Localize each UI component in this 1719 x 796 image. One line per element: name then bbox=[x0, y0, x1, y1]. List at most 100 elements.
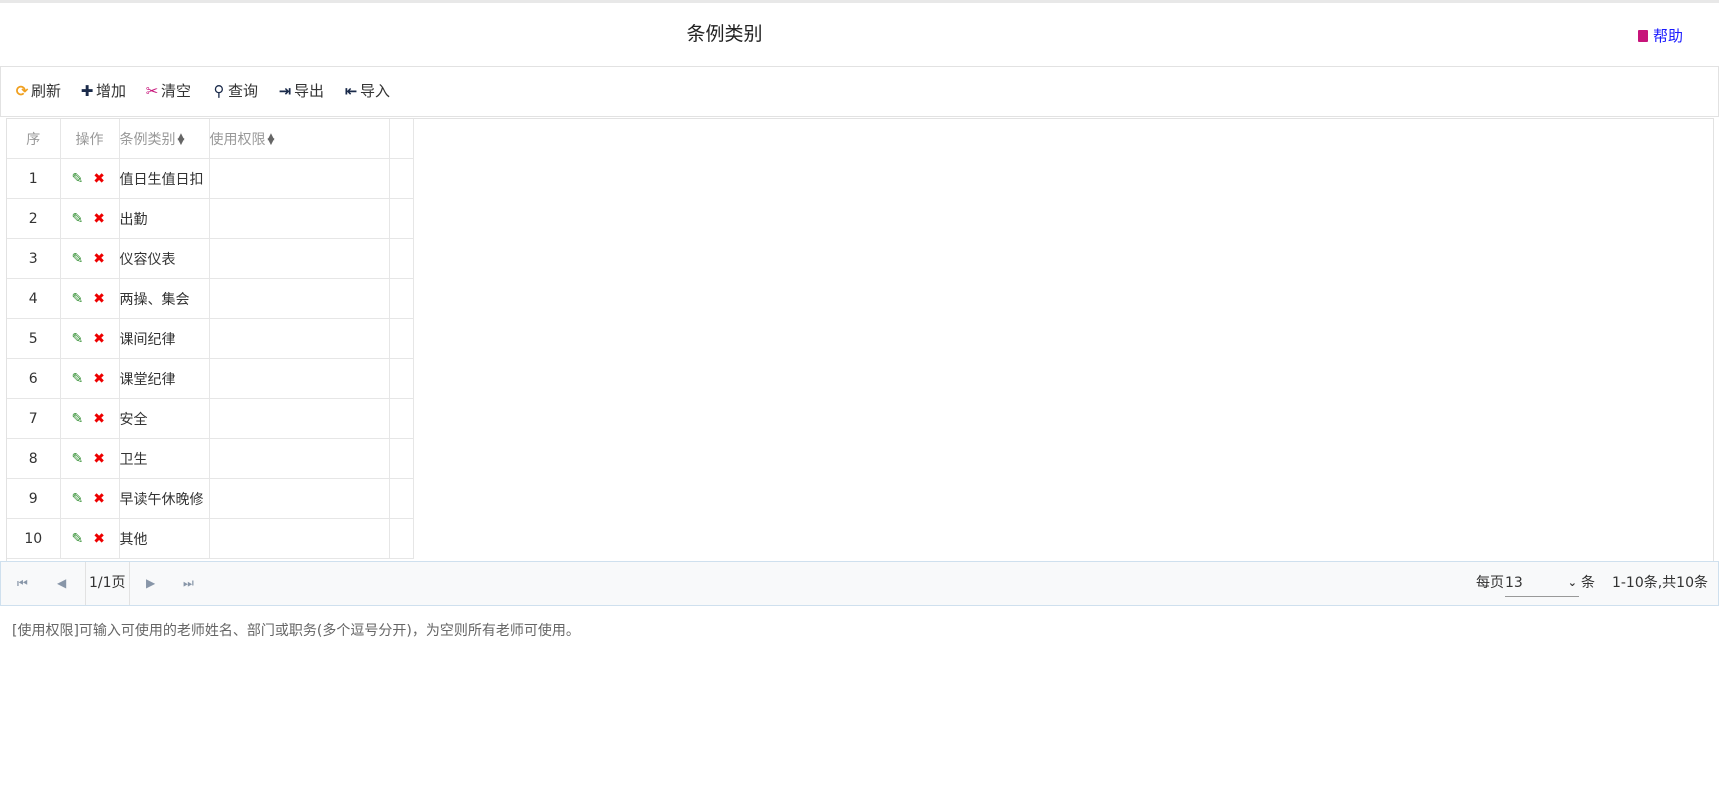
row-spacer bbox=[389, 238, 414, 279]
help-link[interactable]: 帮助 bbox=[1637, 3, 1683, 66]
search-icon: ⚲ bbox=[213, 82, 225, 100]
row-category[interactable]: 出勤 bbox=[119, 198, 210, 239]
export-label: 导出 bbox=[294, 82, 325, 100]
delete-icon[interactable]: ✖ bbox=[93, 171, 105, 187]
header-permission-label: 使用权限 bbox=[209, 131, 266, 148]
delete-icon[interactable]: ✖ bbox=[93, 371, 105, 387]
row-ops: ✎ ✖ bbox=[60, 198, 120, 239]
table-row: 6 ✎ ✖ 课堂纪律 bbox=[7, 358, 414, 399]
row-category[interactable]: 值日生值日扣 bbox=[119, 158, 210, 199]
row-category[interactable]: 安全 bbox=[119, 398, 210, 439]
row-permission[interactable] bbox=[209, 438, 390, 479]
first-page-icon[interactable]: ⏮ bbox=[17, 562, 28, 605]
row-seq: 4 bbox=[7, 278, 61, 319]
add-button[interactable]: ✚ 增加 bbox=[79, 67, 126, 116]
row-permission[interactable] bbox=[209, 398, 390, 439]
sort-icon: ▲ ▼ bbox=[177, 131, 185, 147]
row-category[interactable]: 仪容仪表 bbox=[119, 238, 210, 279]
row-permission[interactable] bbox=[209, 278, 390, 319]
row-seq: 7 bbox=[7, 398, 61, 439]
refresh-button[interactable]: ⟳ 刷新 bbox=[14, 67, 61, 116]
row-seq: 10 bbox=[7, 518, 61, 559]
import-label: 导入 bbox=[360, 82, 391, 100]
pencil-icon[interactable]: ✎ bbox=[72, 331, 84, 347]
page-header: 条例类别 帮助 bbox=[0, 3, 1719, 67]
row-permission[interactable] bbox=[209, 478, 390, 519]
pencil-icon[interactable]: ✎ bbox=[72, 291, 84, 307]
row-permission[interactable] bbox=[209, 198, 390, 239]
row-category[interactable]: 卫生 bbox=[119, 438, 210, 479]
delete-icon[interactable]: ✖ bbox=[93, 451, 105, 467]
plus-icon: ✚ bbox=[80, 82, 94, 100]
pencil-icon[interactable]: ✎ bbox=[72, 491, 84, 507]
row-permission[interactable] bbox=[209, 238, 390, 279]
row-spacer bbox=[389, 398, 414, 439]
header-category[interactable]: 条例类别 ▲ ▼ bbox=[119, 119, 210, 159]
table-row: 8 ✎ ✖ 卫生 bbox=[7, 438, 414, 479]
query-button[interactable]: ⚲ 查询 bbox=[211, 67, 259, 116]
row-permission[interactable] bbox=[209, 518, 390, 559]
table-row: 7 ✎ ✖ 安全 bbox=[7, 398, 414, 439]
add-label: 增加 bbox=[96, 82, 127, 100]
per-page-select[interactable]: 13 ⌄ bbox=[1505, 570, 1579, 597]
row-category[interactable]: 两操、集会 bbox=[119, 278, 210, 319]
delete-icon[interactable]: ✖ bbox=[93, 291, 105, 307]
header-spacer bbox=[389, 119, 414, 159]
next-page-icon[interactable]: ▶ bbox=[146, 562, 155, 605]
clear-button[interactable]: ✂ 清空 bbox=[144, 67, 191, 116]
category-table: 序 操作 条例类别 ▲ ▼ 使用权限 ▲ ▼ 1 ✎ ✖ 值日生值日扣 2 ✎ ✖ 出勤 3 ✎ ✖ 仪容仪表… bbox=[7, 119, 414, 559]
row-permission[interactable] bbox=[209, 318, 390, 359]
per-page-label: 每页 bbox=[1476, 575, 1504, 591]
pencil-icon[interactable]: ✎ bbox=[72, 451, 84, 467]
chevron-down-icon: ⌄ bbox=[1567, 576, 1577, 589]
record-total: 1-10条,共10条 bbox=[1611, 575, 1708, 591]
book-icon bbox=[1637, 30, 1648, 42]
row-permission[interactable] bbox=[209, 158, 390, 199]
query-label: 查询 bbox=[228, 82, 259, 100]
delete-icon[interactable]: ✖ bbox=[93, 491, 105, 507]
row-permission[interactable] bbox=[209, 358, 390, 399]
sort-icon: ▲ ▼ bbox=[267, 131, 275, 147]
delete-icon[interactable]: ✖ bbox=[93, 251, 105, 267]
delete-icon[interactable]: ✖ bbox=[93, 411, 105, 427]
table-row: 9 ✎ ✖ 早读午休晚修 bbox=[7, 478, 414, 519]
row-category[interactable]: 课堂纪律 bbox=[119, 358, 210, 399]
last-page-icon[interactable]: ⏭ bbox=[183, 562, 194, 605]
delete-icon[interactable]: ✖ bbox=[93, 531, 105, 547]
row-spacer bbox=[389, 198, 414, 239]
pencil-icon[interactable]: ✎ bbox=[72, 251, 84, 267]
table-row: 3 ✎ ✖ 仪容仪表 bbox=[7, 238, 414, 279]
pencil-icon[interactable]: ✎ bbox=[72, 531, 84, 547]
table-row: 5 ✎ ✖ 课间纪律 bbox=[7, 318, 414, 359]
row-category[interactable]: 课间纪律 bbox=[119, 318, 210, 359]
row-category[interactable]: 其他 bbox=[119, 518, 210, 559]
toolbar: ⟳ 刷新 ✚ 增加 ✂ 清空 ⚲ 查询 ⇥ 导出 ⇤ 导入 bbox=[0, 67, 1719, 117]
pager: ⏮ ◀ 1/1页 ▶ ⏭ 每页 13 ⌄ 条 1-10条,共10条 bbox=[0, 561, 1719, 606]
row-seq: 6 bbox=[7, 358, 61, 399]
export-button[interactable]: ⇥ 导出 bbox=[277, 67, 324, 116]
import-button[interactable]: ⇤ 导入 bbox=[343, 67, 390, 116]
row-ops: ✎ ✖ bbox=[60, 398, 120, 439]
row-category[interactable]: 早读午休晚修 bbox=[119, 478, 210, 519]
row-ops: ✎ ✖ bbox=[60, 518, 120, 559]
delete-icon[interactable]: ✖ bbox=[93, 211, 105, 227]
pencil-icon[interactable]: ✎ bbox=[72, 171, 84, 187]
row-ops: ✎ ✖ bbox=[60, 278, 120, 319]
row-ops: ✎ ✖ bbox=[60, 238, 120, 279]
row-seq: 5 bbox=[7, 318, 61, 359]
row-spacer bbox=[389, 278, 414, 319]
data-grid: 序 操作 条例类别 ▲ ▼ 使用权限 ▲ ▼ 1 ✎ ✖ 值日生值日扣 2 ✎ ✖ 出勤 3 ✎ ✖ 仪容仪表… bbox=[6, 118, 1714, 562]
prev-page-icon[interactable]: ◀ bbox=[57, 562, 66, 605]
pencil-icon[interactable]: ✎ bbox=[72, 371, 84, 387]
pencil-icon[interactable]: ✎ bbox=[72, 411, 84, 427]
pencil-icon[interactable]: ✎ bbox=[72, 211, 84, 227]
header-permission[interactable]: 使用权限 ▲ ▼ bbox=[209, 119, 390, 159]
header-ops: 操作 bbox=[60, 119, 120, 159]
delete-icon[interactable]: ✖ bbox=[93, 331, 105, 347]
row-seq: 8 bbox=[7, 438, 61, 479]
import-icon: ⇤ bbox=[344, 82, 358, 100]
header-seq: 序 bbox=[7, 119, 61, 159]
table-row: 1 ✎ ✖ 值日生值日扣 bbox=[7, 158, 414, 199]
row-ops: ✎ ✖ bbox=[60, 358, 120, 399]
per-page-value: 13 bbox=[1505, 575, 1523, 591]
